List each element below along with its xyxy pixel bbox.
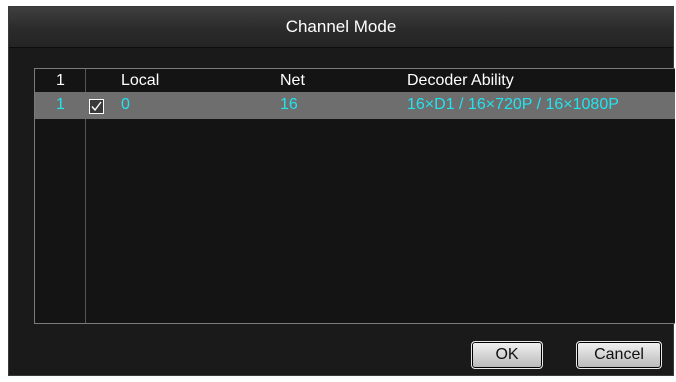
header-decoder-ability: Decoder Ability xyxy=(407,72,514,89)
header-index: 1 xyxy=(56,72,65,89)
dialog-titlebar: Channel Mode xyxy=(9,7,673,48)
row-checkbox[interactable] xyxy=(89,99,104,114)
channel-mode-table: 1 Local Net Decoder Ability 1 0 16 16×D1… xyxy=(34,68,675,324)
table-row[interactable]: 1 0 16 16×D1 / 16×720P / 16×1080P xyxy=(35,92,675,119)
cancel-button[interactable]: Cancel xyxy=(576,341,662,369)
checkmark-icon xyxy=(91,101,102,112)
channel-mode-dialog: Channel Mode 1 Local Net Decoder Ability… xyxy=(8,6,675,376)
row-net: 16 xyxy=(280,96,298,113)
table-header: 1 Local Net Decoder Ability xyxy=(35,69,675,91)
header-net: Net xyxy=(280,72,305,89)
row-index: 1 xyxy=(56,96,65,113)
header-local: Local xyxy=(121,72,160,89)
dialog-title: Channel Mode xyxy=(285,17,397,36)
ok-button[interactable]: OK xyxy=(471,341,543,369)
row-local: 0 xyxy=(121,96,130,113)
row-decoder-ability: 16×D1 / 16×720P / 16×1080P xyxy=(407,96,619,113)
